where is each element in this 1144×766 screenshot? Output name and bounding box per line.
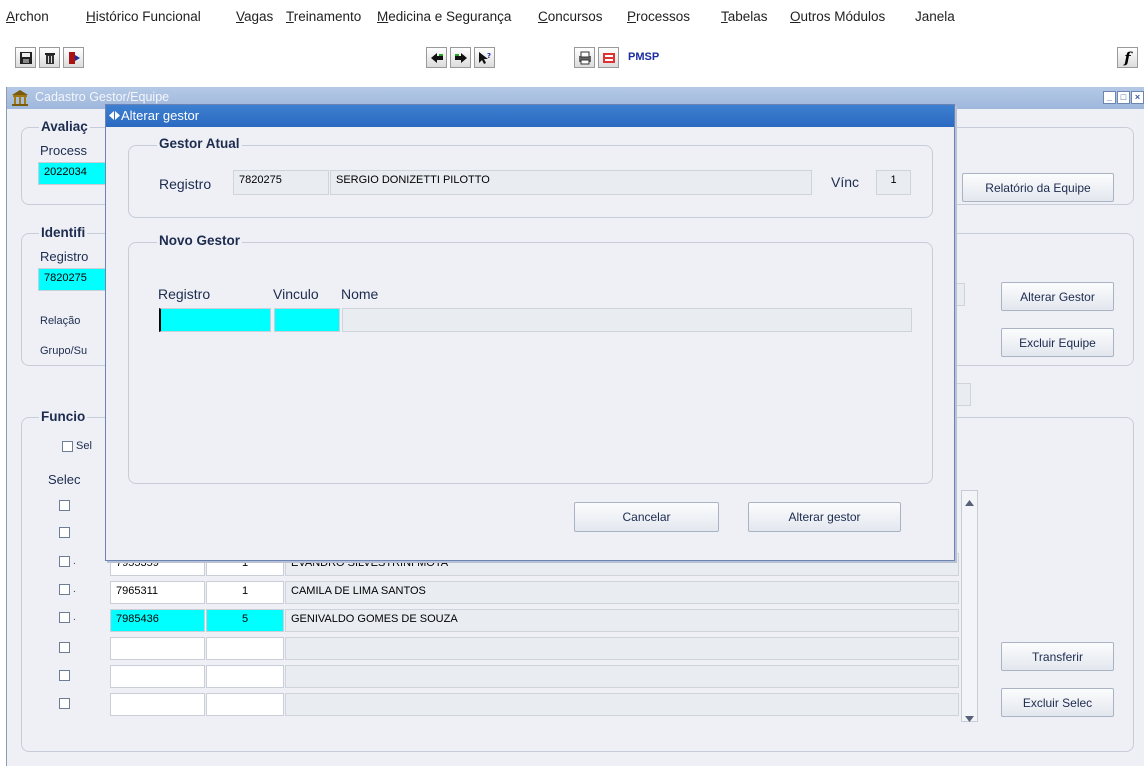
row-nome: CAMILA DE LIMA SANTOS — [285, 581, 959, 604]
row-dot: . — [73, 584, 76, 595]
menu-treinamento[interactable]: Treinamento — [286, 9, 361, 24]
row-registro[interactable] — [110, 665, 205, 688]
registro-label: Registro — [40, 249, 89, 264]
menubar: Archon Histórico Funcional Vagas Treinam… — [0, 0, 1144, 32]
scroll-up-icon[interactable] — [965, 495, 974, 509]
alterar-gestor-button[interactable]: Alterar Gestor — [1001, 282, 1114, 311]
menu-vagas[interactable]: Vagas — [236, 9, 273, 24]
novo-registro-label: Registro — [158, 286, 211, 302]
trash-icon[interactable] — [39, 47, 60, 68]
minimize-icon[interactable]: _ — [1103, 91, 1116, 104]
row-vinculo[interactable]: 5 — [206, 609, 284, 632]
toolbar: ? PMSP f — [0, 32, 1144, 87]
save-icon[interactable] — [15, 47, 36, 68]
row-dot: . — [73, 612, 76, 623]
row-nome — [285, 693, 959, 716]
relatorio-equipe-button[interactable]: Relatório da Equipe — [962, 173, 1114, 202]
menu-janela[interactable]: Janela — [915, 9, 955, 24]
close-icon[interactable]: × — [1131, 91, 1144, 104]
row-dot: . — [73, 556, 76, 567]
row-vinculo[interactable]: 1 — [206, 581, 284, 604]
novo-nome-field — [342, 308, 912, 332]
gestor-atual-registro-label: Registro — [159, 176, 212, 192]
menu-outros-modulos[interactable]: Outros Módulos — [790, 9, 885, 24]
row-registro[interactable] — [110, 693, 205, 716]
row-nome — [285, 637, 959, 660]
menu-tabelas[interactable]: Tabelas — [721, 9, 768, 24]
main-window-title: Cadastro Gestor/Equipe — [35, 90, 170, 104]
row-checkbox[interactable] — [59, 527, 70, 538]
menu-medicina-seguranca[interactable]: Medicina e Segurança — [377, 9, 511, 24]
row-registro[interactable]: 7965311 — [110, 581, 205, 604]
menu-concursos[interactable]: Concursos — [538, 9, 603, 24]
funcionarios-label: Funcio — [39, 409, 88, 424]
gestor-atual-vinc-label: Vínc — [831, 174, 860, 190]
table-scrollbar[interactable] — [961, 490, 978, 722]
next-icon[interactable] — [450, 47, 471, 68]
gestor-atual-nome-field: SERGIO DONIZETTI PILOTTO — [330, 170, 812, 195]
row-nome — [285, 665, 959, 688]
row-registro[interactable]: 7985436 — [110, 609, 205, 632]
dialog-app-icon — [109, 110, 120, 124]
pmsp-label: PMSP — [628, 51, 660, 63]
row-checkbox[interactable] — [59, 584, 70, 595]
novo-vinculo-input[interactable] — [274, 308, 340, 332]
hidden-field-edge-2 — [955, 383, 971, 406]
menu-archon[interactable]: Archon — [6, 9, 49, 24]
gestor-atual-label: Gestor Atual — [157, 136, 242, 151]
selec-column-header: Selec — [48, 472, 81, 487]
hidden-field-edge — [955, 283, 965, 306]
exit-icon[interactable] — [63, 47, 84, 68]
row-checkbox[interactable] — [59, 642, 70, 653]
excluir-selec-button[interactable]: Excluir Selec — [1001, 688, 1114, 717]
row-checkbox[interactable] — [59, 612, 70, 623]
scroll-down-icon[interactable] — [965, 711, 974, 725]
avaliacao-label: Avaliaç — [39, 119, 90, 134]
building-icon — [11, 89, 29, 110]
row-vinculo[interactable] — [206, 693, 284, 716]
cancel-button[interactable]: Cancelar — [574, 502, 719, 532]
menu-historico-funcional[interactable]: Histórico Funcional — [86, 9, 201, 24]
alterar-gestor-dialog: Alterar gestor Gestor Atual Registro 782… — [105, 104, 955, 561]
row-nome: GENIVALDO GOMES DE SOUZA — [285, 609, 959, 632]
row-vinculo[interactable] — [206, 637, 284, 660]
identificacao-label: Identifi — [39, 225, 88, 240]
select-all-checkbox[interactable] — [62, 441, 73, 452]
maximize-icon[interactable]: □ — [1117, 91, 1130, 104]
menu-processos[interactable]: Processos — [627, 9, 690, 24]
row-vinculo[interactable] — [206, 665, 284, 688]
novo-gestor-panel — [128, 242, 933, 484]
row-registro[interactable] — [110, 637, 205, 660]
svg-text:?: ? — [487, 52, 491, 60]
novo-gestor-label: Novo Gestor — [157, 233, 243, 248]
help-icon[interactable]: ? — [474, 47, 495, 68]
function-icon[interactable]: f — [1117, 47, 1138, 68]
dialog-titlebar: Alterar gestor — [106, 105, 954, 127]
row-checkbox[interactable] — [59, 556, 70, 567]
novo-vinculo-label: Vinculo — [273, 286, 319, 302]
prev-icon[interactable] — [426, 47, 447, 68]
gestor-atual-vinc-field: 1 — [876, 170, 911, 195]
row-checkbox[interactable] — [59, 698, 70, 709]
refresh-icon[interactable] — [598, 47, 619, 68]
dialog-title: Alterar gestor — [121, 108, 200, 123]
novo-nome-label: Nome — [341, 286, 379, 302]
grupo-label: Grupo/Su — [40, 345, 88, 357]
transferir-button[interactable]: Transferir — [1001, 642, 1114, 671]
novo-registro-input[interactable] — [159, 308, 271, 332]
row-checkbox[interactable] — [59, 500, 70, 511]
alterar-gestor-confirm-button[interactable]: Alterar gestor — [748, 502, 901, 532]
select-all-label: Sel — [76, 440, 92, 452]
relacao-label: Relação — [40, 315, 81, 327]
processo-label: Process — [40, 143, 87, 158]
excluir-equipe-button[interactable]: Excluir Equipe — [1001, 328, 1114, 357]
gestor-atual-registro-field: 7820275 — [233, 170, 329, 195]
row-checkbox[interactable] — [59, 670, 70, 681]
print-icon[interactable] — [574, 47, 595, 68]
